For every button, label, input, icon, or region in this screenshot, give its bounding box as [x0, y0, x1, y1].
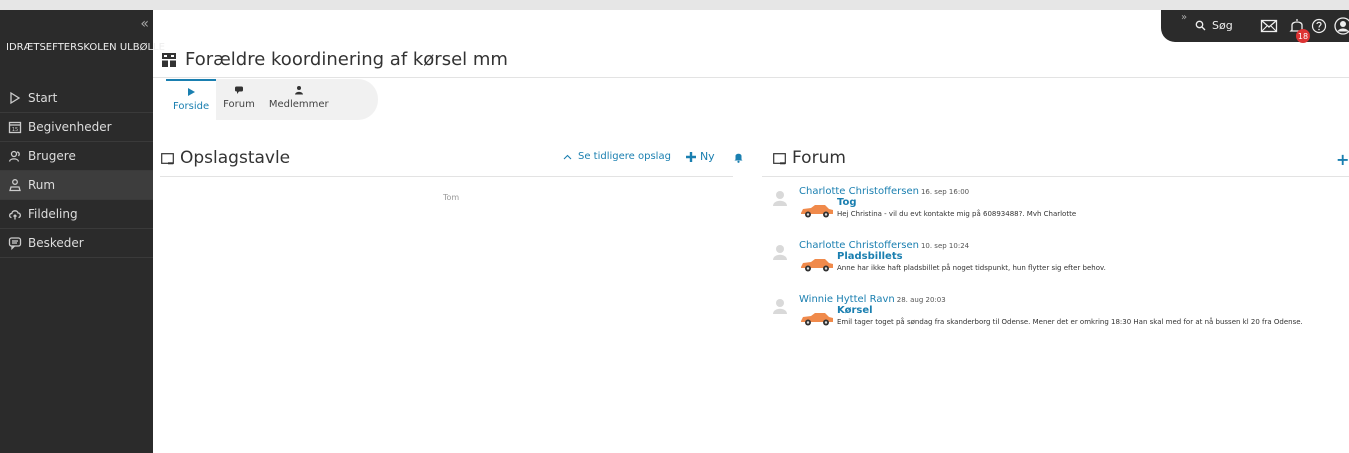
avatar-placeholder-icon: [773, 299, 787, 314]
sidebar-item-start[interactable]: Start: [0, 84, 153, 113]
collapse-sidebar-button[interactable]: «: [140, 16, 149, 32]
calendar-icon: 15: [8, 121, 22, 134]
post-author[interactable]: Winnie Hyttel Ravn 28. aug 20:03: [799, 294, 946, 305]
new-post-label: Ny: [699, 150, 715, 163]
room-icon: [9, 179, 21, 192]
tab-forside[interactable]: Forside: [166, 79, 217, 120]
browser-top-strip: [0, 0, 1349, 10]
forum-header: Forum: [773, 148, 846, 168]
post-title[interactable]: Kørsel: [837, 305, 873, 316]
user-avatar-icon[interactable]: [1333, 16, 1349, 36]
notifications-button[interactable]: 18: [1287, 16, 1310, 43]
post-author[interactable]: Charlotte Christoffersen 10. sep 10:24: [799, 240, 969, 251]
search-label: Søg: [1212, 19, 1233, 32]
sidebar-nav: Start 15 Begivenheder Brugere Rum Fildel…: [0, 84, 153, 258]
page-title-text: Forældre koordinering af kørsel mm: [185, 49, 508, 70]
car-icon: [801, 313, 833, 326]
page-title: Forældre koordinering af kørsel mm: [161, 49, 508, 70]
post-title[interactable]: Tog: [837, 197, 857, 208]
post-text: Emil tager toget på søndag fra skanderbo…: [837, 318, 1303, 326]
car-icon: [801, 259, 833, 272]
sidebar-item-beskeder[interactable]: Beskeder: [0, 229, 153, 258]
tab-label: Forside: [173, 101, 210, 112]
post-title[interactable]: Pladsbillets: [837, 251, 903, 262]
sidebar-item-label: Rum: [28, 178, 56, 192]
add-forum-post-button[interactable]: +: [1336, 150, 1349, 169]
room-tabs: Forside Forum Medlemmer: [166, 79, 378, 120]
room-group-icon: [162, 52, 176, 67]
avatar-placeholder-icon: [773, 191, 787, 206]
forum-divider: [762, 176, 1349, 177]
post-text: Anne har ikke haft pladsbillet på noget …: [837, 264, 1106, 272]
header-divider: [153, 77, 1349, 78]
chevron-up-icon: [563, 154, 572, 159]
tab-medlemmer[interactable]: Medlemmer: [262, 79, 336, 120]
new-post-button[interactable]: Ny: [685, 150, 715, 163]
person-icon: [294, 86, 303, 95]
top-toolbar: » Søg 18: [1161, 10, 1349, 43]
search-button[interactable]: Søg: [1195, 19, 1233, 32]
sidebar: « IDRÆTSEFTERSKOLEN ULBØLLE Start 15 Beg…: [0, 10, 165, 453]
play-icon: [10, 91, 21, 105]
sidebar-item-label: Start: [28, 91, 58, 105]
sidebar-item-rum[interactable]: Rum: [0, 171, 153, 200]
forum-title: Forum: [792, 148, 846, 168]
panel-icon: [773, 152, 786, 164]
play-icon: [188, 88, 196, 96]
chat-icon: [234, 86, 243, 94]
sidebar-item-brugere[interactable]: Brugere: [0, 142, 153, 171]
opslagstavle-title: Opslagstavle: [180, 148, 291, 168]
expand-toolbar-button[interactable]: »: [1181, 12, 1187, 23]
car-icon: [801, 205, 833, 218]
opslagstavle-divider: [160, 176, 733, 177]
users-icon: [8, 150, 20, 162]
main-content: » Søg 18 Forældre koordinering af kørsel…: [153, 10, 1349, 453]
bell-icon[interactable]: [733, 151, 744, 163]
svg-text:15: 15: [12, 127, 18, 133]
sidebar-item-label: Fildeling: [28, 207, 78, 221]
tab-label: Medlemmer: [268, 99, 329, 110]
plus-icon: [685, 151, 696, 162]
mail-icon[interactable]: [1259, 16, 1279, 36]
sidebar-item-begivenheder[interactable]: 15 Begivenheder: [0, 113, 153, 142]
tab-label: Forum: [223, 99, 255, 110]
avatar-placeholder-icon: [773, 245, 787, 260]
post-date: 16. sep 16:00: [920, 188, 970, 196]
post-author[interactable]: Charlotte Christoffersen 16. sep 16:00: [799, 186, 969, 197]
post-text: Hej Christina - vil du evt kontakte mig …: [837, 210, 1077, 218]
cloud-icon: [9, 210, 21, 220]
earlier-posts-link[interactable]: Se tidligere opslag: [578, 151, 671, 162]
sidebar-item-label: Brugere: [28, 149, 76, 163]
chat-icon: [8, 237, 22, 250]
notification-badge: 18: [1296, 29, 1310, 43]
sidebar-item-label: Beskeder: [28, 236, 84, 250]
opslagstavle-actions: Se tidligere opslag Ny: [563, 150, 744, 163]
sidebar-item-fildeling[interactable]: Fildeling: [0, 200, 153, 229]
opslagstavle-header: Opslagstavle: [161, 148, 290, 168]
sidebar-item-label: Begivenheder: [28, 120, 112, 134]
post-date: 10. sep 10:24: [920, 242, 970, 250]
panel-icon: [161, 152, 174, 164]
tab-forum[interactable]: Forum: [216, 79, 262, 120]
school-name[interactable]: IDRÆTSEFTERSKOLEN ULBØLLE: [6, 42, 165, 53]
search-icon: [1195, 20, 1206, 31]
help-icon[interactable]: [1309, 16, 1329, 36]
post-date: 28. aug 20:03: [896, 296, 946, 304]
empty-state-text: Tom: [443, 193, 460, 202]
